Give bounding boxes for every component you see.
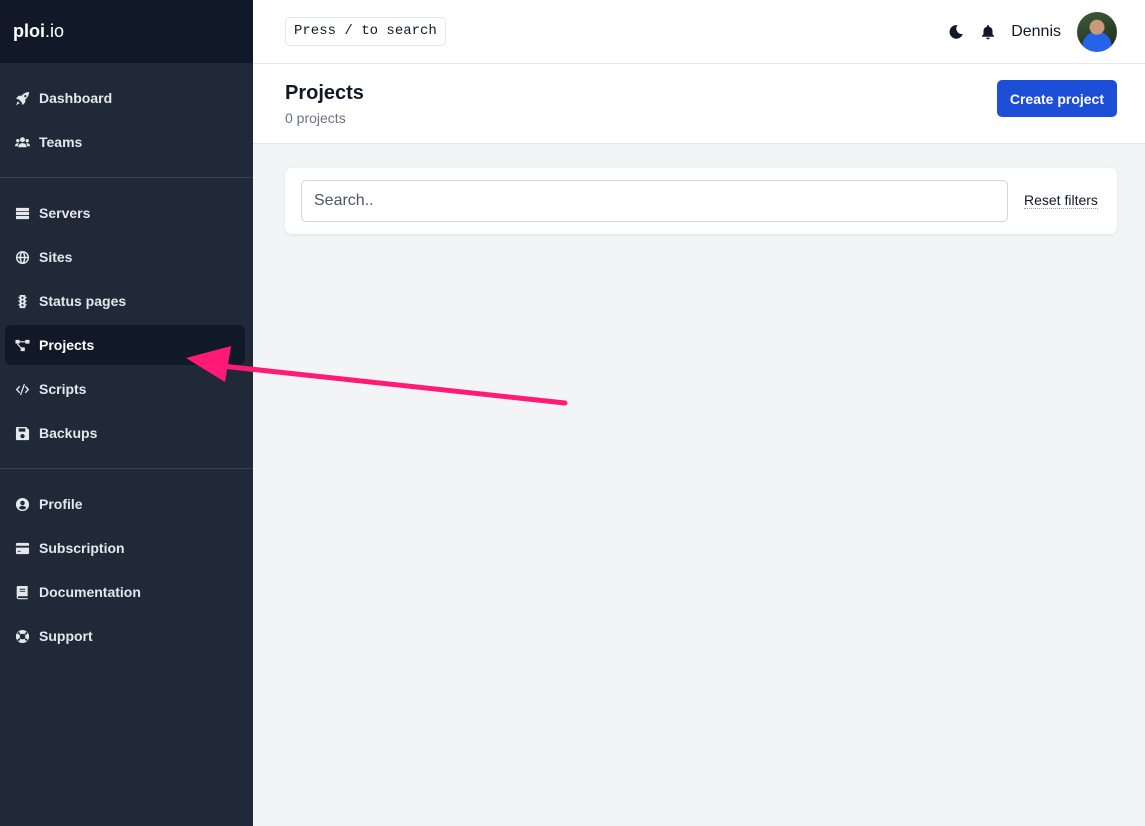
sidebar-item-scripts[interactable]: Scripts [5, 369, 245, 409]
sidebar-item-subscription[interactable]: Subscription [5, 528, 245, 568]
search-input[interactable] [301, 180, 1008, 222]
credit-card-icon [13, 539, 31, 557]
brand-logo[interactable]: ploi .io [0, 0, 253, 63]
avatar[interactable] [1077, 12, 1117, 52]
sidebar-item-label: Dashboard [39, 90, 113, 106]
sidebar-item-label: Backups [39, 425, 98, 441]
top-bar: Press / to search Dennis [253, 0, 1145, 64]
sidebar-item-dashboard[interactable]: Dashboard [5, 78, 245, 118]
life-ring-icon [13, 627, 31, 645]
bell-icon[interactable] [979, 23, 997, 41]
save-icon [13, 424, 31, 442]
sidebar-item-projects[interactable]: Projects [5, 325, 245, 365]
sidebar-item-label: Sites [39, 249, 73, 265]
sidebar-item-label: Servers [39, 205, 91, 221]
sidebar-item-teams[interactable]: Teams [5, 122, 245, 162]
page-header: Projects 0 projects Create project [253, 64, 1145, 144]
sidebar-item-label: Profile [39, 496, 83, 512]
sidebar-item-label: Status pages [39, 293, 127, 309]
sidebar-item-label: Scripts [39, 381, 87, 397]
reset-filters-link[interactable]: Reset filters [1024, 192, 1098, 209]
code-icon [13, 380, 31, 398]
sidebar: ploi .io Dashboard Teams Servers Sites St… [0, 0, 253, 826]
server-icon [13, 204, 31, 222]
project-count: 0 projects [285, 110, 346, 126]
nav-group-resources: Servers Sites Status pages Projects Scri… [0, 178, 253, 469]
sidebar-item-label: Documentation [39, 584, 141, 600]
project-diagram-icon [13, 336, 31, 354]
sidebar-item-label: Teams [39, 134, 83, 150]
sidebar-item-profile[interactable]: Profile [5, 484, 245, 524]
nav-group-account: Profile Subscription Documentation Suppo… [0, 469, 253, 671]
globe-icon [13, 248, 31, 266]
sidebar-item-label: Support [39, 628, 93, 644]
traffic-light-icon [13, 292, 31, 310]
user-name[interactable]: Dennis [1011, 23, 1061, 41]
page-title: Projects [285, 82, 364, 104]
rocket-icon [13, 89, 31, 107]
sidebar-item-label: Projects [39, 337, 95, 353]
users-icon [13, 133, 31, 151]
sidebar-item-documentation[interactable]: Documentation [5, 572, 245, 612]
sidebar-item-support[interactable]: Support [5, 616, 245, 656]
sidebar-item-backups[interactable]: Backups [5, 413, 245, 453]
moon-icon[interactable] [947, 23, 965, 41]
sidebar-item-status-pages[interactable]: Status pages [5, 281, 245, 321]
global-search-button[interactable]: Press / to search [285, 17, 446, 46]
sidebar-item-servers[interactable]: Servers [5, 193, 245, 233]
sidebar-item-label: Subscription [39, 540, 125, 556]
user-circle-icon [13, 495, 31, 513]
top-bar-actions: Dennis [947, 12, 1117, 52]
filter-card: Reset filters [285, 168, 1117, 234]
book-icon [13, 583, 31, 601]
sidebar-item-sites[interactable]: Sites [5, 237, 245, 277]
create-project-button[interactable]: Create project [996, 80, 1117, 117]
nav-group-main: Dashboard Teams [0, 63, 253, 178]
